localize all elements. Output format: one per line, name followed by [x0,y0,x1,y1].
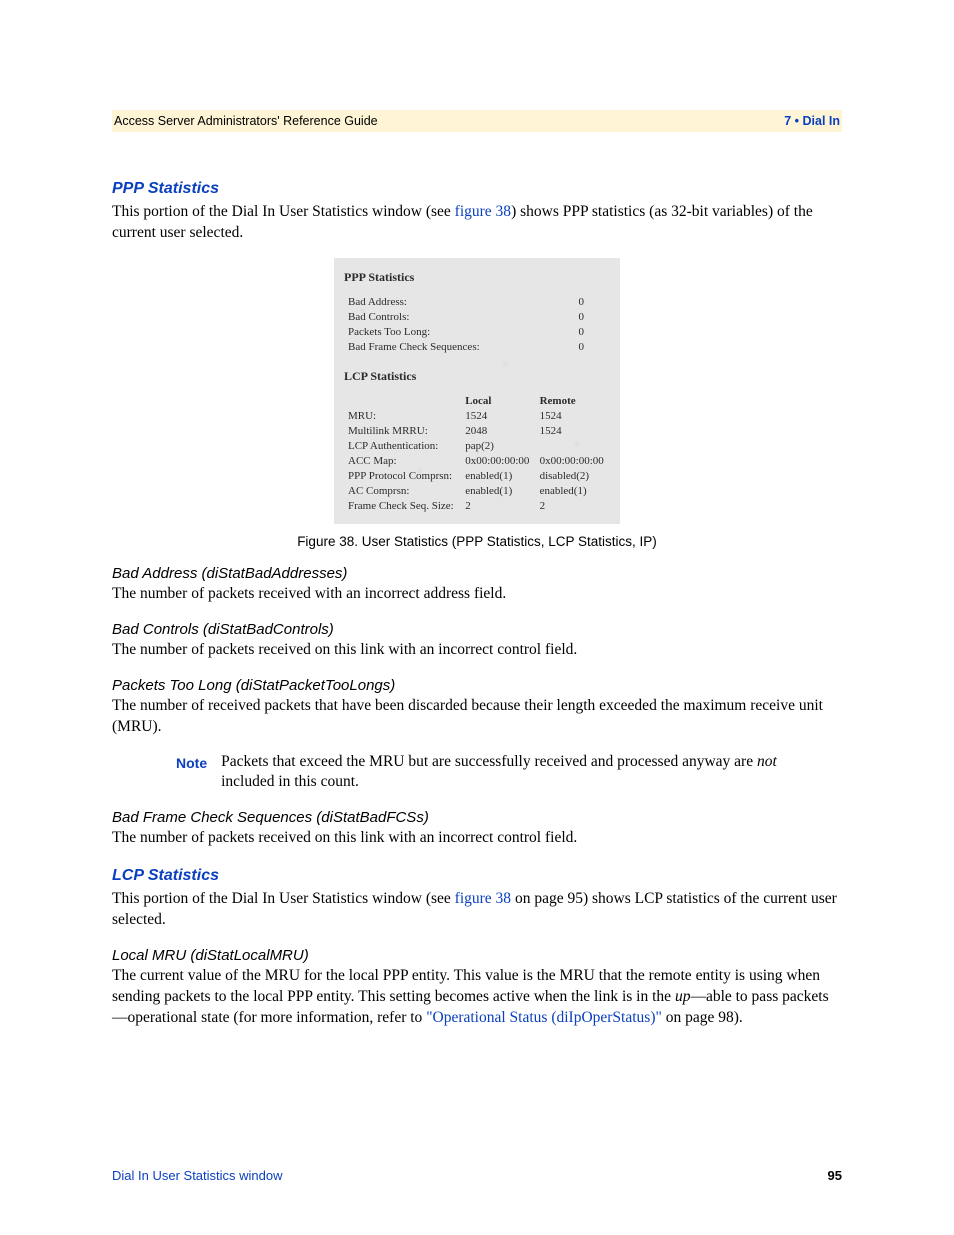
local-mru-text: The current value of the MRU for the loc… [112,966,842,1029]
figure-38-link-2[interactable]: figure 38 [455,890,511,907]
section-ppp-statistics-heading: PPP Statistics [112,180,842,198]
note-label: Note [176,752,207,794]
header-chapter: 7 • Dial In [784,114,840,128]
figure-38-link[interactable]: figure 38 [455,203,511,220]
page-footer: Dial In User Statistics window 95 [112,1168,842,1183]
table-row: Bad Frame Check Sequences:0 [344,340,610,355]
table-row: MRU:15241524 [344,409,610,424]
figure-lcp-table: Local Remote MRU:15241524 Multilink MRRU… [344,394,610,514]
footer-page-number: 95 [828,1168,842,1183]
text: on page 98). [662,1009,743,1026]
section-lcp-statistics-heading: LCP Statistics [112,867,842,885]
header-guide-title: Access Server Administrators' Reference … [114,114,378,128]
table-row: Bad Controls:0 [344,310,610,325]
bad-address-heading: Bad Address (diStatBadAddresses) [112,565,842,582]
note-ital: not [757,753,777,770]
table-row: Frame Check Seq. Size:22 [344,499,610,514]
table-row: Bad Address:0 [344,295,610,310]
note-text: Packets that exceed the MRU but are succ… [221,752,786,794]
lcp-statistics-intro: This portion of the Dial In User Statist… [112,889,842,931]
text: This portion of the Dial In User Statist… [112,203,455,220]
ppp-statistics-intro: This portion of the Dial In User Statist… [112,202,842,244]
table-row: PPP Protocol Comprsn:enabled(1)disabled(… [344,469,610,484]
table-row: Packets Too Long:0 [344,325,610,340]
table-row: ACC Map:0x00:00:00:000x00:00:00:00 [344,454,610,469]
bad-address-text: The number of packets received with an i… [112,584,842,605]
packets-too-long-heading: Packets Too Long (diStatPacketTooLongs) [112,677,842,694]
figure-lcp-title: LCP Statistics [344,369,610,384]
packets-too-long-text: The number of received packets that have… [112,696,842,738]
note-block: Note Packets that exceed the MRU but are… [176,752,786,794]
footer-section-title: Dial In User Statistics window [112,1168,283,1183]
oper-status-link[interactable]: "Operational Status (diIpOperStatus)" [426,1009,662,1026]
figure-38-caption: Figure 38. User Statistics (PPP Statisti… [112,534,842,549]
bad-fcs-heading: Bad Frame Check Sequences (diStatBadFCSs… [112,809,842,826]
bad-controls-text: The number of packets received on this l… [112,640,842,661]
text: Packets that exceed the MRU but are succ… [221,753,757,770]
bad-fcs-text: The number of packets received on this l… [112,828,842,849]
figure-ppp-title: PPP Statistics [344,270,610,285]
figure-ppp-table: Bad Address:0 Bad Controls:0 Packets Too… [344,295,610,355]
up-ital: up [675,988,691,1005]
text: included in this count. [221,773,359,790]
table-row: AC Comprsn:enabled(1)enabled(1) [344,484,610,499]
figure-38-image: PPP Statistics Bad Address:0 Bad Control… [334,258,620,524]
figure-38: PPP Statistics Bad Address:0 Bad Control… [112,258,842,549]
text: This portion of the Dial In User Statist… [112,890,455,907]
table-row: LCP Authentication:pap(2) [344,439,610,454]
table-row: Local Remote [344,394,610,409]
running-header: Access Server Administrators' Reference … [112,110,842,132]
bad-controls-heading: Bad Controls (diStatBadControls) [112,621,842,638]
table-row: Multilink MRRU:20481524 [344,424,610,439]
local-mru-heading: Local MRU (diStatLocalMRU) [112,947,842,964]
